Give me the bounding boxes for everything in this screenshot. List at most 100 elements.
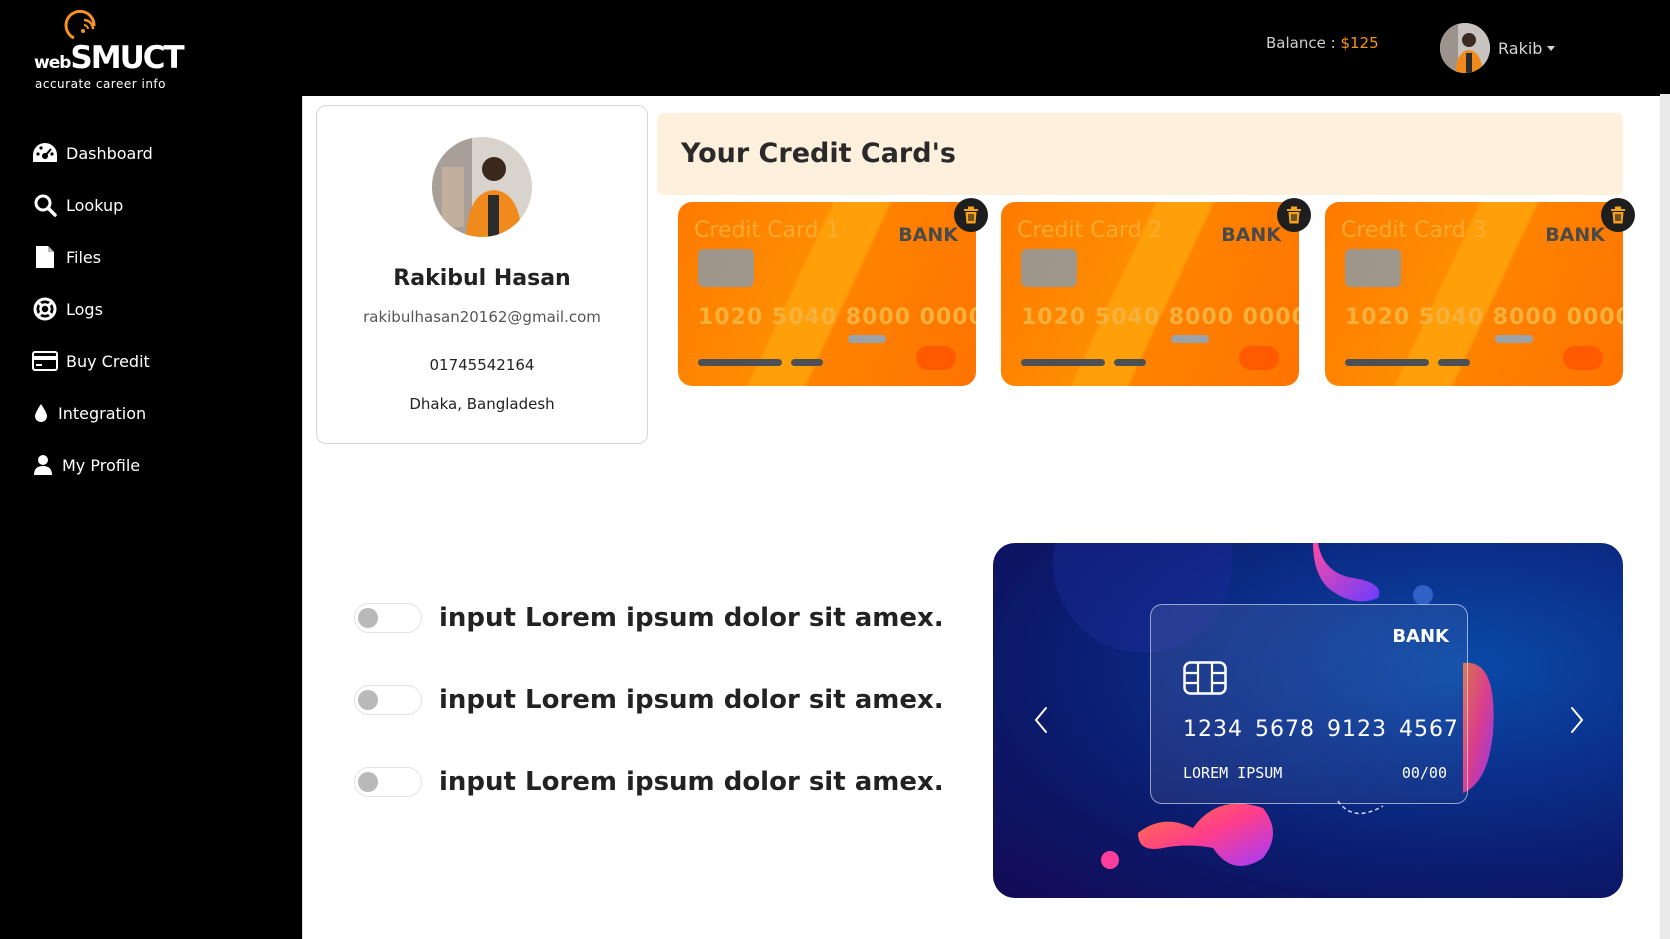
card-badge (916, 346, 956, 370)
sidebar-item-integration[interactable]: Integration (32, 398, 146, 428)
option-toggle[interactable] (354, 685, 422, 715)
credit-card-item[interactable]: Credit Card 3 BANK 1020 5040 8000 0000 (1325, 202, 1623, 386)
profile-avatar (432, 137, 532, 237)
logo-prefix: web (34, 53, 71, 73)
user-icon (32, 452, 54, 478)
trash-icon (1611, 206, 1625, 224)
featured-card-holder: LOREM IPSUM (1183, 764, 1283, 782)
option-row: input Lorem ipsum dolor sit amex. (354, 682, 944, 718)
sidebar-item-lookup[interactable]: Lookup (32, 190, 123, 220)
avatar (1440, 23, 1490, 73)
top-bar: webSMUCT accurate career info Balance : … (0, 0, 1670, 94)
chevron-down-icon (1547, 45, 1556, 51)
card-line (1495, 335, 1533, 343)
profile-location: Dhaka, Bangladesh (409, 395, 555, 413)
card-badge (1239, 346, 1279, 370)
card-line (1114, 359, 1146, 366)
option-label: input Lorem ipsum dolor sit amex. (439, 767, 944, 797)
delete-card-button[interactable] (954, 198, 988, 232)
lifebuoy-icon (32, 296, 58, 322)
card-bank: BANK (898, 224, 958, 246)
sidebar: Dashboard Lookup Files Logs Buy Credit I… (0, 94, 302, 939)
credit-card-item[interactable]: Credit Card 1 BANK 1020 5040 8000 0000 (678, 202, 976, 386)
card-title: Credit Card 2 (1017, 218, 1163, 243)
trash-icon (1287, 206, 1301, 224)
user-menu[interactable]: Rakib (1440, 23, 1556, 73)
user-name: Rakib (1498, 38, 1543, 58)
logo-main: SMUCT (70, 40, 184, 76)
sidebar-item-buy-credit[interactable]: Buy Credit (32, 346, 150, 376)
chevron-left-icon[interactable] (1029, 703, 1053, 737)
card-slider: BANK 1234 5678 9123 4567 LOREM IPSUM 00/… (993, 543, 1623, 898)
card-badge (1563, 346, 1603, 370)
featured-card-bank: BANK (1392, 626, 1449, 647)
sidebar-item-label: Logs (66, 299, 103, 319)
card-line (848, 335, 886, 343)
credit-card-item[interactable]: Credit Card 2 BANK 1020 5040 8000 0000 (1001, 202, 1299, 386)
sidebar-item-label: Dashboard (66, 143, 153, 163)
sidebar-item-dashboard[interactable]: Dashboard (32, 138, 153, 168)
toggle-knob (358, 690, 378, 710)
featured-card-number: 1234 5678 9123 4567 (1183, 717, 1459, 742)
profile-name: Rakibul Hasan (393, 266, 571, 291)
profile-phone: 01745542164 (429, 356, 535, 374)
balance-display: Balance : $125 (1266, 34, 1379, 52)
option-label: input Lorem ipsum dolor sit amex. (439, 685, 944, 715)
credit-cards-heading: Your Credit Card's (681, 138, 956, 169)
sidebar-item-logs[interactable]: Logs (32, 294, 103, 324)
drop-icon (32, 400, 50, 426)
option-row: input Lorem ipsum dolor sit amex. (354, 600, 944, 636)
card-chip-icon (1345, 249, 1401, 287)
sidebar-item-label: Buy Credit (66, 351, 150, 371)
profile-email: rakibulhasan20162@gmail.com (363, 308, 601, 326)
page-scrollbar[interactable] (1660, 94, 1670, 939)
profile-card: Rakibul Hasan rakibulhasan20162@gmail.co… (316, 105, 648, 444)
card-line (1438, 359, 1470, 366)
toggle-knob (358, 608, 378, 628)
signal-icon (64, 10, 96, 40)
card-bank: BANK (1545, 224, 1605, 246)
card-chip-icon (1021, 249, 1077, 287)
card-chip-icon (698, 249, 754, 287)
sidebar-item-files[interactable]: Files (32, 242, 101, 272)
card-line (1021, 359, 1105, 366)
chevron-right-icon[interactable] (1565, 703, 1589, 737)
card-line (791, 359, 823, 366)
card-number: 1020 5040 8000 0000 (698, 305, 976, 330)
search-icon (32, 192, 58, 218)
delete-card-button[interactable] (1601, 198, 1635, 232)
option-toggle[interactable] (354, 767, 422, 797)
option-row: input Lorem ipsum dolor sit amex. (354, 764, 944, 800)
card-title: Credit Card 1 (694, 218, 840, 243)
trash-icon (964, 206, 978, 224)
card-title: Credit Card 3 (1341, 218, 1487, 243)
balance-label: Balance : (1266, 34, 1336, 52)
sidebar-item-my-profile[interactable]: My Profile (32, 450, 140, 480)
credit-cards-header: Your Credit Card's (657, 113, 1623, 195)
brand-logo[interactable]: webSMUCT accurate career info (34, 10, 185, 91)
dashboard-gauge-icon (32, 140, 58, 166)
main-content: Rakibul Hasan rakibulhasan20162@gmail.co… (302, 96, 1660, 939)
sidebar-item-label: Lookup (66, 195, 124, 215)
card-number: 1020 5040 8000 0000 (1021, 305, 1299, 330)
option-label: input Lorem ipsum dolor sit amex. (439, 603, 944, 633)
card-number: 1020 5040 8000 0000 (1345, 305, 1623, 330)
card-line (698, 359, 782, 366)
credit-card-icon (32, 348, 58, 374)
option-toggle[interactable] (354, 603, 422, 633)
sidebar-item-label: My Profile (62, 455, 141, 475)
featured-card-expiry: 00/00 (1401, 764, 1447, 782)
card-bank: BANK (1221, 224, 1281, 246)
logo-tagline: accurate career info (35, 77, 166, 91)
featured-credit-card[interactable]: BANK 1234 5678 9123 4567 LOREM IPSUM 00/… (1150, 604, 1468, 804)
file-icon (32, 244, 58, 270)
balance-value: $125 (1340, 34, 1379, 52)
card-line (1345, 359, 1429, 366)
toggle-knob (358, 772, 378, 792)
sidebar-item-label: Integration (58, 403, 147, 423)
card-chip-icon (1183, 661, 1227, 695)
sidebar-item-label: Files (66, 247, 102, 267)
delete-card-button[interactable] (1277, 198, 1311, 232)
card-line (1171, 335, 1209, 343)
logo-wordmark: webSMUCT (34, 40, 185, 76)
